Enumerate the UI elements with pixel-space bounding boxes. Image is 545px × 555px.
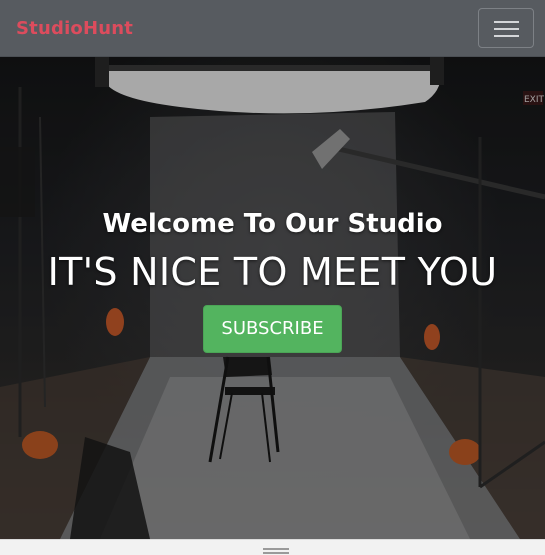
brand-logo[interactable]: StudioHunt [16, 18, 133, 39]
hero-section: EXIT Welcome To Our Studio IT'S NICE TO … [0, 57, 545, 539]
hero-content: Welcome To Our Studio IT'S NICE TO MEET … [0, 207, 545, 353]
hamburger-menu-icon [494, 21, 519, 23]
page: StudioHunt EXIT Welcome To Our Studio IT… [0, 0, 545, 555]
resize-splitter[interactable] [0, 539, 545, 555]
drag-handle-icon [263, 548, 289, 550]
navbar: StudioHunt [0, 0, 545, 57]
menu-toggle-button[interactable] [478, 8, 534, 48]
hero-title: IT'S NICE TO MEET YOU [47, 250, 498, 294]
subscribe-button[interactable]: SUBSCRIBE [203, 305, 342, 353]
hero-subtitle: Welcome To Our Studio [102, 209, 443, 239]
